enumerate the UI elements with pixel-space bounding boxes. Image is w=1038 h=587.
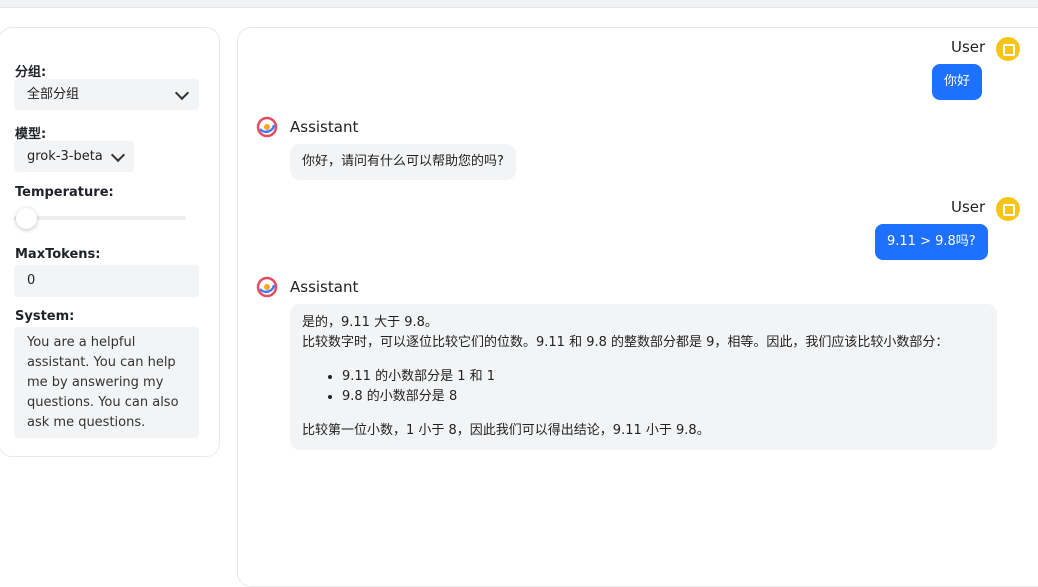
model-label: 模型: (15, 127, 47, 142)
list-item: 9.8 的小数部分是 8 (342, 387, 985, 407)
top-bar (0, 0, 1038, 8)
group-label: 分组: (15, 65, 47, 80)
answer-line-2: 比较数字时，可以逐位比较它们的位数。9.11 和 9.8 的整数部分都是 9，相… (302, 335, 949, 350)
user-avatar-icon (996, 37, 1020, 61)
chevron-down-icon (174, 85, 190, 101)
system-label: System: (15, 309, 75, 324)
user-message-bubble: 你好 (932, 64, 983, 100)
assistant-name: Assistant (290, 118, 359, 136)
temperature-label: Temperature: (15, 185, 114, 200)
answer-bullet-list: 9.11 的小数部分是 1 和 1 9.8 的小数部分是 8 (302, 367, 985, 407)
settings-panel: 分组: 全部分组 模型: grok-3-beta Temperature: Ma… (0, 27, 220, 457)
assistant-avatar-icon (256, 116, 278, 138)
assistant-avatar-icon (256, 276, 278, 298)
user-message-bubble: 9.11 > 9.8吗? (875, 224, 988, 260)
group-select[interactable]: 全部分组 (14, 79, 199, 110)
model-select-value: grok-3-beta (27, 149, 103, 164)
group-select-value: 全部分组 (27, 87, 80, 102)
user-name: User (951, 38, 986, 56)
temperature-slider-handle[interactable] (16, 208, 37, 229)
system-prompt-textarea[interactable]: You are a helpful assistant. You can hel… (14, 327, 199, 438)
maxtokens-label: MaxTokens: (15, 247, 101, 262)
chevron-down-icon (110, 147, 126, 163)
answer-line-1: 是的，9.11 大于 9.8。 (302, 315, 438, 330)
user-avatar-icon (996, 197, 1020, 221)
assistant-message-bubble: 是的，9.11 大于 9.8。 比较数字时，可以逐位比较它们的位数。9.11 和… (290, 304, 997, 450)
chat-panel: User 你好 Assistant 你好，请问有什么可以帮助您的吗? User … (237, 27, 1038, 587)
user-name: User (951, 198, 986, 216)
model-select[interactable]: grok-3-beta (14, 141, 134, 172)
temperature-slider-track[interactable] (14, 216, 186, 220)
assistant-message-bubble: 你好，请问有什么可以帮助您的吗? (290, 144, 516, 180)
list-item: 9.11 的小数部分是 1 和 1 (342, 367, 985, 387)
answer-line-3: 比较第一位小数，1 小于 8，因此我们可以得出结论，9.11 小于 9.8。 (302, 423, 710, 438)
assistant-name: Assistant (290, 278, 359, 296)
maxtokens-input[interactable]: 0 (14, 265, 199, 297)
